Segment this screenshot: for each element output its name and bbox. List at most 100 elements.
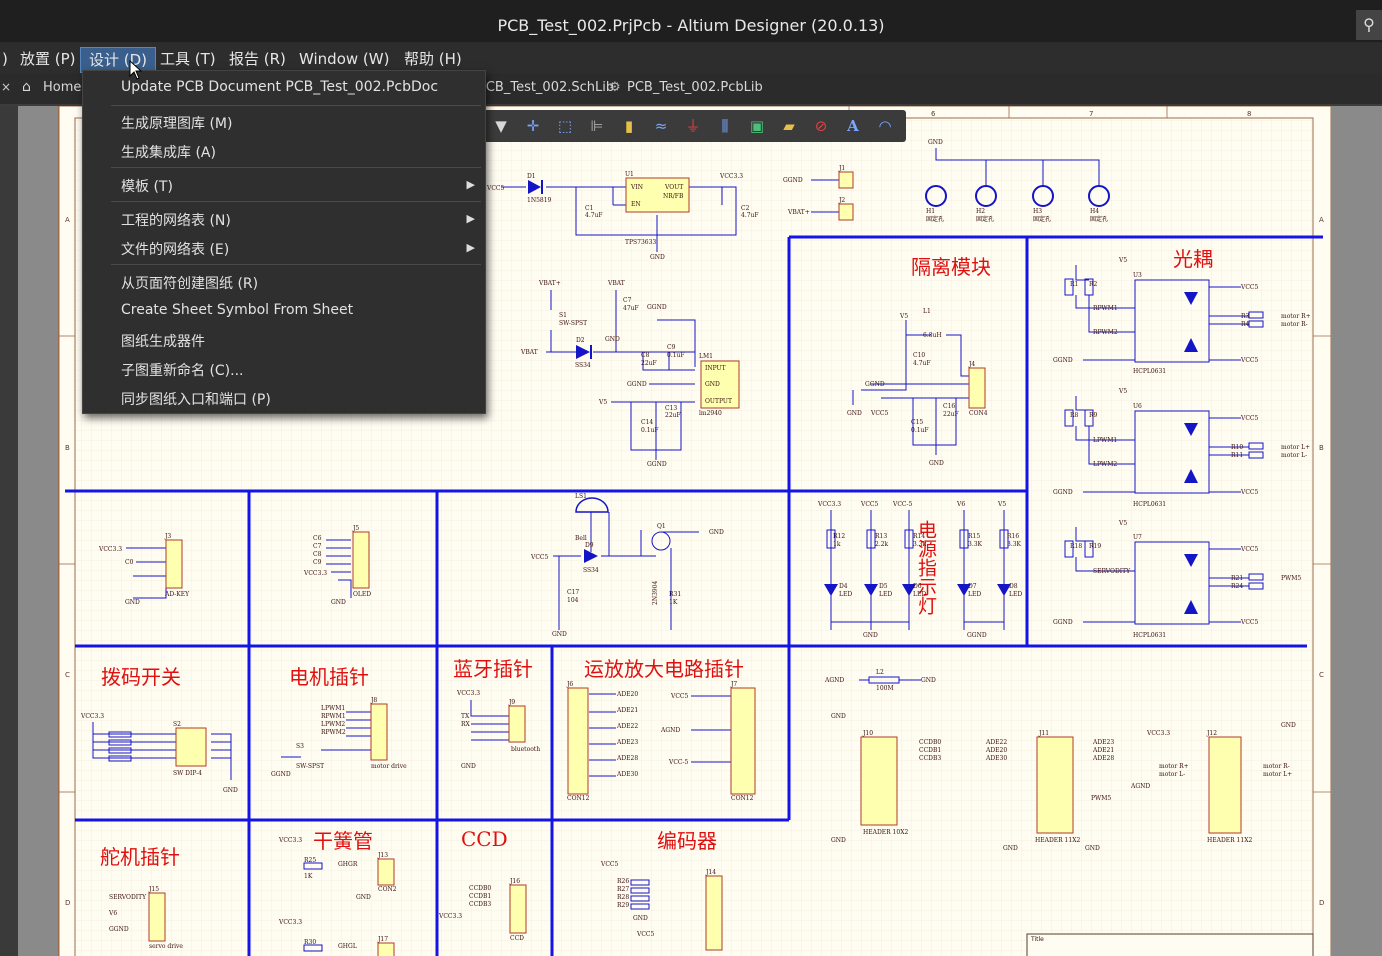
label-c8-val: 22uF <box>641 360 657 367</box>
net-ghgl: GHGL <box>338 943 357 950</box>
net-gnd-j14: GND <box>633 915 648 922</box>
tab-pcblib[interactable]: PCB_Test_002.PcbLib <box>627 80 763 95</box>
net-vcc33-j3: VCC3.3 <box>98 546 122 553</box>
net-vbat-b: VBAT <box>607 280 625 287</box>
label-r25: R25 <box>304 857 316 864</box>
menu-separator <box>111 264 481 265</box>
net-vcc33-j5: VCC3.3 <box>303 570 327 577</box>
net-v5-led: V5 <box>997 501 1006 508</box>
net-motor-l-minus-j12: motor L- <box>1159 771 1185 778</box>
power-port-icon[interactable]: ⏚ <box>682 115 704 137</box>
net-ccdb1-j16: CCDB1 <box>469 893 491 900</box>
net-motor-r-plus: motor R+ <box>1281 313 1311 320</box>
label-d5-led: LED <box>879 591 892 598</box>
menu-reports[interactable]: 报告 (R) <box>221 47 294 71</box>
label-d8-led: LED <box>1009 591 1022 598</box>
select-area-icon[interactable]: ⬚ <box>554 115 576 137</box>
menu-item-rename-child-sheet[interactable]: 子图重新命名 (C)... <box>121 360 244 380</box>
tab-home[interactable]: Home <box>43 80 81 95</box>
menu-place[interactable]: 放置 (P) <box>12 47 84 71</box>
align-icon[interactable]: ⊫ <box>586 115 608 137</box>
label-h3: H3 <box>1033 208 1042 215</box>
net-ggnd-j15: GGND <box>109 926 129 933</box>
net-ggnd-u7: GGND <box>1053 619 1073 626</box>
text-icon[interactable]: A <box>842 115 864 137</box>
part-j8 <box>370 703 388 761</box>
net-c6: C6 <box>313 535 322 542</box>
search-icon[interactable]: ⚲ <box>1356 10 1382 40</box>
net-ade20-j11: ADE20 <box>985 747 1007 754</box>
label-r28: R28 <box>617 894 629 901</box>
label-lm1-input: INPUT <box>705 365 726 372</box>
menu-item-sheet-to-component[interactable]: 图纸生成器件 <box>121 331 205 351</box>
port-icon[interactable]: ▰ <box>778 115 800 137</box>
menu-item-sync-sheet-entries[interactable]: 同步图纸入口和端口 (P) <box>121 389 271 409</box>
menu-item-templates[interactable]: 模板 (T) <box>121 176 173 196</box>
label-r31-val: 1K <box>669 599 678 606</box>
label-r1: R1 <box>1070 281 1078 288</box>
label-ls1: LS1 <box>575 493 587 500</box>
net-v5-u7: V5 <box>1118 520 1127 527</box>
tab-schlib[interactable]: PCB_Test_002.SchLib <box>478 80 614 95</box>
menu-item-create-symbol-from-sheet[interactable]: Create Sheet Symbol From Sheet <box>121 302 353 318</box>
label-r21: R21 <box>1231 575 1243 582</box>
border-col-7: 7 <box>1089 110 1093 118</box>
label-c15: C15 <box>911 419 923 426</box>
harness-icon[interactable]: ▣ <box>746 115 768 137</box>
label-j6-part: CON12 <box>567 795 590 802</box>
part-j11 <box>1036 736 1074 834</box>
label-j12-part: HEADER 11X2 <box>1207 837 1252 844</box>
arc-icon[interactable]: ◠ <box>874 115 896 137</box>
net-gnd-q1: GND <box>709 529 724 536</box>
directive-icon[interactable]: ⊘ <box>810 115 832 137</box>
label-j6: J6 <box>566 681 573 688</box>
close-icon[interactable]: × <box>1 80 11 94</box>
net-ccdb3-j10: CCDB3 <box>919 755 941 762</box>
menu-help[interactable]: 帮助 (H) <box>396 47 470 71</box>
label-j5: J5 <box>352 525 359 532</box>
component-icon[interactable]: ▮ <box>618 115 640 137</box>
label-q1-part: 2N3904 <box>652 580 659 605</box>
section-title-reed: 干簧管 <box>313 829 373 853</box>
label-c1: C1 <box>585 205 593 212</box>
label-d6: D6 <box>913 583 922 590</box>
label-c17-val: 104 <box>567 597 579 604</box>
label-c9: C9 <box>667 344 676 351</box>
move-cross-icon[interactable]: ✛ <box>522 115 544 137</box>
net-vcc5-u6a: VCC5 <box>1240 415 1259 422</box>
title-block <box>1026 933 1314 956</box>
menu-item-project-netlist[interactable]: 工程的网络表 (N) <box>121 210 231 230</box>
label-h1: H1 <box>926 208 935 215</box>
part-j16 <box>509 884 527 934</box>
label-c8: C8 <box>641 352 650 359</box>
net-gnd-c: GND <box>847 410 862 417</box>
label-r14: R14 <box>913 533 925 540</box>
filter-icon[interactable]: ▼ <box>490 115 512 137</box>
label-d2-part: SS34 <box>575 362 591 369</box>
label-h2-hole: 固定孔 <box>976 215 994 223</box>
net-ggnd-c: GGND <box>627 381 647 388</box>
net-ghgr: GHGR <box>338 861 358 868</box>
menu-item-make-intlib[interactable]: 生成集成库 (A) <box>121 142 216 162</box>
net-lpwm1: LPWM1 <box>1093 437 1117 444</box>
menu-window[interactable]: Window (W) <box>291 47 397 71</box>
label-d6-led: LED <box>913 591 926 598</box>
net-v5-u3: V5 <box>1118 257 1127 264</box>
menu-item-make-schlib[interactable]: 生成原理图库 (M) <box>121 113 232 133</box>
menu-item-create-sheet-from-symbol[interactable]: 从页面符创建图纸 (R) <box>121 273 258 293</box>
menu-tools[interactable]: 工具 (T) <box>152 47 224 71</box>
label-j4-part: CON4 <box>969 410 988 417</box>
label-d5: D5 <box>879 583 888 590</box>
label-s3: S3 <box>296 743 304 750</box>
label-lm1-output: OUTPUT <box>705 398 732 405</box>
label-c1-val: 4.7uF <box>585 212 603 219</box>
label-c13: C13 <box>665 405 677 412</box>
bus-icon[interactable]: ⫼ <box>714 115 736 137</box>
net-ccdb0-j16: CCDB0 <box>469 885 491 892</box>
menu-item-update-pcb[interactable]: Update PCB Document PCB_Test_002.PcbDoc <box>121 79 438 95</box>
label-r18: R18 <box>1070 543 1082 550</box>
wire-icon[interactable]: ≈ <box>650 115 672 137</box>
net-lpwm2: LPWM2 <box>1093 461 1117 468</box>
label-r13: R13 <box>875 533 887 540</box>
menu-item-document-netlist[interactable]: 文件的网络表 (E) <box>121 239 229 259</box>
